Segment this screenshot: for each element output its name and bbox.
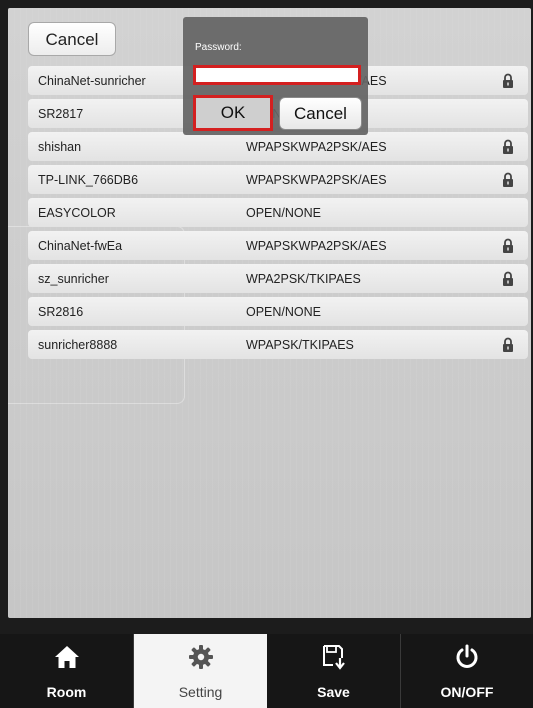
network-row[interactable]: sunricher8888 WPAPSK/TKIPAES xyxy=(28,330,528,359)
cancel-button[interactable]: Cancel xyxy=(28,22,116,56)
network-ssid: shishan xyxy=(38,140,82,154)
network-ssid: sunricher8888 xyxy=(38,338,118,352)
network-security: WPAPSKWPA2PSK/AES xyxy=(246,140,387,154)
password-label: Password: xyxy=(195,42,242,53)
tab-setting[interactable]: Setting xyxy=(134,634,267,708)
network-security: OPEN/NONE xyxy=(246,305,322,319)
lock-icon xyxy=(503,73,513,88)
network-security: OPEN/NONE xyxy=(246,206,322,220)
network-ssid: SR2817 xyxy=(38,107,84,121)
gear-icon xyxy=(188,645,213,669)
tab-save-label: Save xyxy=(317,684,350,700)
tab-room[interactable]: Room xyxy=(0,634,133,708)
network-row[interactable]: sz_sunricher WPA2PSK/TKIPAES xyxy=(28,264,528,293)
ok-button[interactable]: OK xyxy=(193,95,273,131)
network-ssid: ChinaNet-fwEa xyxy=(38,239,123,253)
network-row[interactable]: TP-LINK_766DB6 WPAPSKWPA2PSK/AES xyxy=(28,165,528,194)
password-dialog: Password: OK Cancel xyxy=(183,17,368,135)
network-security: WPAPSK/TKIPAES xyxy=(246,338,354,352)
tab-setting-label: Setting xyxy=(178,684,223,700)
lock-icon xyxy=(503,337,513,352)
tab-onoff[interactable]: ON/OFF xyxy=(401,634,533,708)
lock-icon xyxy=(503,172,513,187)
tab-onoff-label: ON/OFF xyxy=(440,684,494,700)
network-row[interactable]: EASYCOLOR OPEN/NONE xyxy=(28,198,528,227)
password-input[interactable] xyxy=(193,65,361,85)
network-security: WPA2PSK/TKIPAES xyxy=(246,272,361,286)
home-icon xyxy=(54,646,79,668)
network-ssid: SR2816 xyxy=(38,305,84,319)
lock-icon xyxy=(503,238,513,253)
network-row[interactable]: SR2816 OPEN/NONE xyxy=(28,297,528,326)
tab-room-label: Room xyxy=(46,684,87,700)
save-icon xyxy=(322,645,345,670)
lock-icon xyxy=(503,271,513,286)
network-ssid: sz_sunricher xyxy=(38,272,109,286)
dialog-cancel-button[interactable]: Cancel xyxy=(279,97,362,130)
network-security: WPAPSKWPA2PSK/AES xyxy=(246,173,387,187)
network-row[interactable]: shishan WPAPSKWPA2PSK/AES xyxy=(28,132,528,161)
network-ssid: ChinaNet-sunricher xyxy=(38,74,146,88)
lock-icon xyxy=(503,139,513,154)
power-icon xyxy=(456,644,478,668)
network-row[interactable]: ChinaNet-fwEa WPAPSKWPA2PSK/AES xyxy=(28,231,528,260)
tab-bar: Room Setting Save ON/OFF xyxy=(0,634,533,708)
network-ssid: TP-LINK_766DB6 xyxy=(38,173,139,187)
network-ssid: EASYCOLOR xyxy=(38,206,116,220)
tab-save[interactable]: Save xyxy=(267,634,400,708)
network-security: WPAPSKWPA2PSK/AES xyxy=(246,239,387,253)
